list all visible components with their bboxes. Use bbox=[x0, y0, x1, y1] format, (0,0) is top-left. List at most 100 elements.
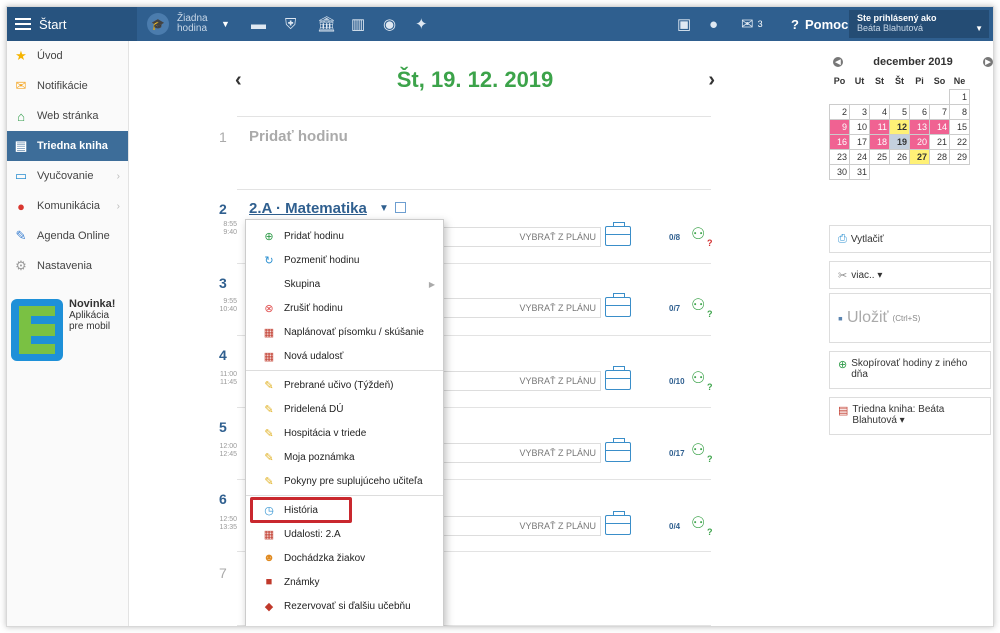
calendar-day[interactable]: 25 bbox=[869, 148, 890, 165]
menu-item-reserve-room[interactable]: ◆ Rezervovať si ďalšiu učebňu bbox=[246, 594, 443, 618]
calendar-day[interactable]: 15 bbox=[949, 118, 970, 135]
menu-item-covered-topics[interactable]: ✎ Prebrané učivo (Týždeň) bbox=[246, 373, 443, 397]
plan-select-button[interactable]: VYBRAŤ Z PLÁNU bbox=[435, 227, 601, 247]
mobile-app-promo[interactable]: Novinka! Aplikácia pre mobil bbox=[11, 299, 123, 361]
plan-select-button[interactable]: VYBRAŤ Z PLÁNU bbox=[435, 443, 601, 463]
students-icon[interactable]: ⚇ bbox=[691, 224, 705, 244]
sidebar-item-uvod[interactable]: ★ Úvod bbox=[7, 41, 128, 71]
menu-item-add-lesson[interactable]: ⊕ Pridať hodinu bbox=[246, 224, 443, 248]
calendar-day[interactable]: 21 bbox=[929, 133, 950, 150]
menu-item-new-event[interactable]: ▦ Nová udalosť bbox=[246, 344, 443, 368]
calendar-day[interactable]: 22 bbox=[949, 133, 970, 150]
calendar-day[interactable]: 23 bbox=[829, 148, 850, 165]
menu-item-my-note[interactable]: ✎ Moja poznámka bbox=[246, 445, 443, 469]
calendar-day[interactable]: 6 bbox=[909, 103, 930, 120]
briefcase-icon[interactable] bbox=[605, 293, 631, 317]
calendar-day[interactable]: 29 bbox=[949, 148, 970, 165]
next-month-button[interactable]: ▶ bbox=[983, 57, 993, 67]
calendar-day[interactable]: 8 bbox=[949, 103, 970, 120]
briefcase-icon[interactable] bbox=[605, 222, 631, 246]
sidebar-item-agenda[interactable]: ✎ Agenda Online bbox=[7, 221, 128, 251]
calendar-day[interactable]: 26 bbox=[889, 148, 910, 165]
menu-item-events-class[interactable]: ▦ Udalosti: 2.A bbox=[246, 522, 443, 546]
lesson-menu-toggle[interactable]: ▼ bbox=[379, 203, 389, 214]
students-icon[interactable]: ⚇ bbox=[691, 440, 705, 460]
menu-item-homework[interactable]: ✎ Pridelená DÚ bbox=[246, 397, 443, 421]
date-navigation: ‹ Št, 19. 12. 2019 › bbox=[235, 67, 715, 97]
sidebar-item-nastavenia[interactable]: ⚙ Nastavenia bbox=[7, 251, 128, 281]
calendar-day[interactable]: 27 bbox=[909, 148, 930, 165]
menu-item-substitute-instructions[interactable]: ✎ Pokyny pre suplujúceho učiteľa bbox=[246, 469, 443, 493]
plan-select-button[interactable]: VYBRAŤ Z PLÁNU bbox=[435, 516, 601, 536]
menu-item-cancel-lesson[interactable]: ⊗ Zrušiť hodinu bbox=[246, 296, 443, 320]
calendar-day[interactable]: 18 bbox=[869, 133, 890, 150]
building-icon[interactable]: 🏛 bbox=[317, 7, 336, 41]
menu-item-attendance[interactable]: ☻ Dochádzka žiakov bbox=[246, 546, 443, 570]
calendar-day[interactable]: 13 bbox=[909, 118, 930, 135]
next-day-button[interactable]: › bbox=[708, 69, 715, 92]
calendar-day[interactable]: 20 bbox=[909, 133, 930, 150]
screen-icon[interactable]: ▣ bbox=[677, 7, 691, 41]
calendar-day[interactable]: 7 bbox=[929, 103, 950, 120]
sidebar-item-web[interactable]: ⌂ Web stránka bbox=[7, 101, 128, 131]
calendar-day[interactable]: 10 bbox=[849, 118, 870, 135]
sidebar-item-vyucovanie[interactable]: ▭ Vyučovanie › bbox=[7, 161, 128, 191]
user-menu[interactable]: Ste prihlásený ako Beáta Blahutová ▼ bbox=[849, 10, 989, 38]
bar-chart-icon[interactable]: ▥ bbox=[351, 7, 365, 41]
calendar-day-selected[interactable]: 19 bbox=[889, 133, 910, 150]
prev-month-button[interactable]: ◀ bbox=[833, 57, 843, 67]
students-icon[interactable]: ⚇ bbox=[691, 368, 705, 388]
calendar-day[interactable]: 31 bbox=[849, 163, 870, 180]
lesson-time: 12:50 13:35 bbox=[219, 516, 237, 531]
grid-icon[interactable] bbox=[395, 202, 406, 213]
briefcase-icon[interactable] bbox=[605, 366, 631, 390]
calendar-day[interactable]: 9 bbox=[829, 118, 850, 135]
menu-item-plan-test[interactable]: ▦ Naplánovať písomku / skúšanie bbox=[246, 320, 443, 344]
chat-icon[interactable]: ● bbox=[709, 7, 718, 41]
calendar-day[interactable]: 2 bbox=[829, 103, 850, 120]
calendar-day[interactable]: 30 bbox=[829, 163, 850, 180]
start-button[interactable]: Štart bbox=[7, 7, 137, 41]
menu-item-inspection[interactable]: ✎ Hospitácia v triede bbox=[246, 421, 443, 445]
briefcase-icon[interactable]: ▬ bbox=[251, 7, 266, 41]
briefcase-icon[interactable] bbox=[605, 511, 631, 535]
palette-icon[interactable]: ◉ bbox=[383, 7, 396, 41]
calendar-day[interactable]: 5 bbox=[889, 103, 910, 120]
menu-item-group[interactable]: Skupina ▶ bbox=[246, 272, 443, 296]
calendar-day[interactable]: 3 bbox=[849, 103, 870, 120]
menu-item-history[interactable]: ◷ História bbox=[246, 498, 443, 522]
sidebar-item-komunikacia[interactable]: ● Komunikácia › bbox=[7, 191, 128, 221]
messages-button[interactable]: ✉ 3 bbox=[741, 7, 763, 41]
shield-icon[interactable]: ⛨ bbox=[285, 7, 296, 41]
students-icon[interactable]: ⚇ bbox=[691, 513, 705, 533]
calendar-day[interactable]: 17 bbox=[849, 133, 870, 150]
calendar-day[interactable]: 12 bbox=[889, 118, 910, 135]
plan-select-button[interactable]: VYBRAŤ Z PLÁNU bbox=[435, 371, 601, 391]
calendar-day[interactable]: 11 bbox=[869, 118, 890, 135]
help-button[interactable]: ? Pomoc bbox=[791, 7, 848, 41]
sidebar-item-triedna-kniha[interactable]: ▤ Triedna kniha bbox=[7, 131, 128, 161]
calendar-day[interactable]: 16 bbox=[829, 133, 850, 150]
print-button[interactable]: ⎙ Vytlačiť bbox=[829, 225, 991, 253]
plan-select-button[interactable]: VYBRAŤ Z PLÁNU bbox=[435, 298, 601, 318]
calendar-day[interactable]: 14 bbox=[929, 118, 950, 135]
add-lesson-link[interactable]: Pridať hodinu bbox=[249, 128, 348, 145]
class-selector[interactable]: 🎓 Žiadna hodina ▼ bbox=[147, 7, 230, 41]
envelope-icon: ✉ bbox=[741, 16, 754, 33]
briefcase-icon[interactable] bbox=[605, 438, 631, 462]
students-icon[interactable]: ⚇ bbox=[691, 295, 705, 315]
page-title: Št, 19. 12. 2019 bbox=[396, 67, 554, 92]
menu-item-change-lesson[interactable]: ↻ Pozmeniť hodinu bbox=[246, 248, 443, 272]
more-button[interactable]: ✂ viac.. ▾ bbox=[829, 261, 991, 289]
save-button[interactable]: ▪ Uložiť (Ctrl+S) bbox=[829, 293, 991, 343]
sidebar-item-notifikacie[interactable]: ✉ Notifikácie bbox=[7, 71, 128, 101]
calendar-day[interactable]: 4 bbox=[869, 103, 890, 120]
calendar-day[interactable]: 1 bbox=[949, 88, 970, 105]
menu-item-grades[interactable]: ■ Známky bbox=[246, 570, 443, 594]
walking-people-icon[interactable]: ✦ bbox=[415, 7, 428, 41]
lesson-title-link[interactable]: 2.A · Matematika bbox=[249, 200, 367, 217]
copy-lessons-button[interactable]: ⊕ Skopírovať hodiny z iného dňa bbox=[829, 351, 991, 389]
calendar-day[interactable]: 28 bbox=[929, 148, 950, 165]
calendar-day[interactable]: 24 bbox=[849, 148, 870, 165]
classbook-button[interactable]: ▤ Triedna kniha: Beáta Blahutová ▾ bbox=[829, 397, 991, 435]
